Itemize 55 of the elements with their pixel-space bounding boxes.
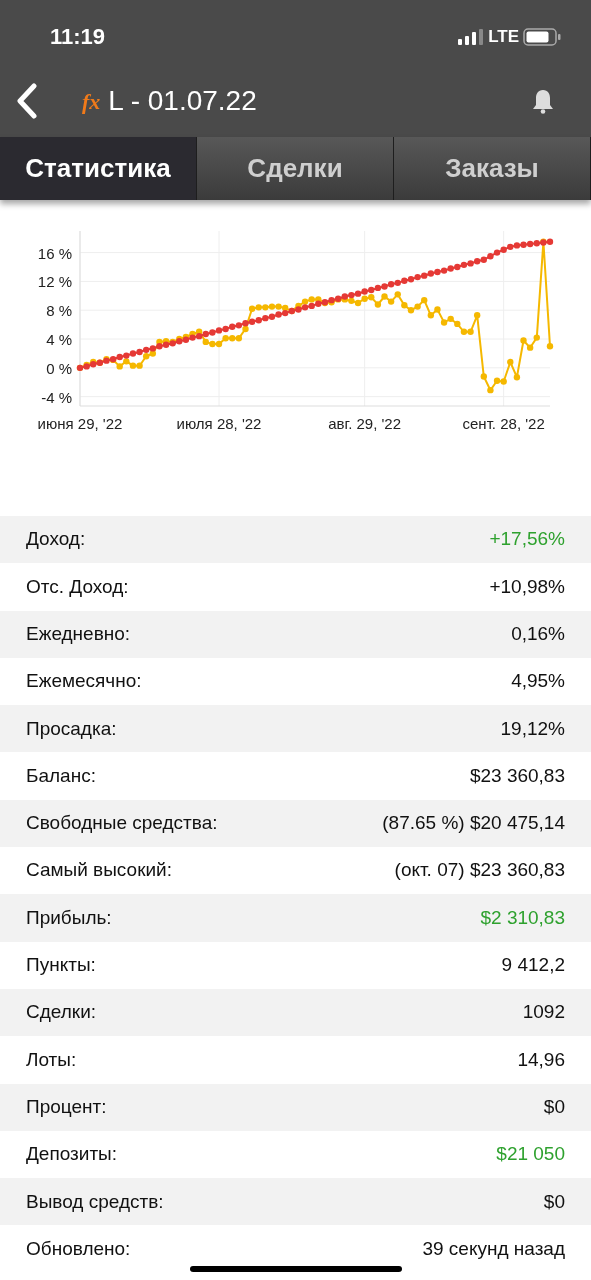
x-tick-label: июня 29, '22	[37, 415, 123, 432]
back-button[interactable]	[14, 81, 40, 121]
stat-label: Сделки:	[26, 1000, 97, 1025]
x-tick-label: сент. 28, '22	[462, 415, 545, 432]
battery-icon	[523, 27, 561, 46]
stat-value: +17,56%	[489, 527, 565, 552]
tab[interactable]: Сделки	[197, 137, 394, 200]
stat-value: $23 360,83	[469, 763, 565, 788]
x-tick-label: авг. 29, '22	[328, 415, 402, 432]
stat-label: Ежедневно:	[26, 622, 131, 646]
stat-label: Пункты:	[26, 953, 96, 978]
stat-label: Депозиты:	[26, 1142, 118, 1167]
x-tick-label: июля 28, '22	[176, 415, 262, 432]
status-time: 11:19	[50, 23, 106, 51]
stat-label: Просадка:	[26, 716, 117, 741]
stat-label: Процент:	[26, 1094, 107, 1119]
tab[interactable]: Заказы	[394, 137, 591, 200]
stat-value: 9 412,2	[501, 953, 565, 978]
stat-value: (87.65 %) $20 475,14	[382, 811, 565, 836]
stat-label: Доход:	[26, 527, 86, 552]
stat-label: Ежемесячно:	[26, 669, 142, 694]
stat-value: $21 050	[496, 1142, 565, 1167]
stat-label: Лоты:	[26, 1047, 77, 1072]
notifications-button[interactable]	[531, 87, 555, 115]
stat-label: Вывод средств:	[26, 1189, 164, 1214]
y-tick-label: 8 %	[46, 302, 72, 320]
stat-label: Отс. Доход:	[26, 574, 129, 599]
y-tick-label: 12 %	[37, 273, 72, 291]
stat-label: Баланс:	[26, 763, 96, 788]
stat-value: $2 310,83	[480, 905, 565, 930]
stat-value: 4,95%	[511, 669, 565, 694]
network-label: LTE	[488, 25, 519, 48]
stat-value: 14,96	[517, 1047, 565, 1072]
y-tick-label: 0 %	[46, 359, 72, 377]
fx-logo: fx	[82, 87, 101, 116]
stat-label: Свободные средства:	[26, 811, 218, 836]
y-tick-label: 4 %	[46, 331, 72, 348]
stat-label: Обновлено:	[26, 1236, 131, 1261]
stat-value: $0	[543, 1094, 565, 1119]
tab[interactable]: Статистика	[0, 137, 197, 200]
y-tick-label: 16 %	[37, 244, 72, 262]
stat-value: $0	[543, 1189, 565, 1214]
bell-icon	[532, 88, 554, 114]
back-icon	[16, 83, 38, 119]
signal-icon	[458, 28, 485, 45]
stat-value: 1092	[522, 1000, 565, 1025]
account-title: L - 01.07.22	[108, 84, 257, 118]
stat-value: 39 секунд назад	[422, 1236, 565, 1261]
stat-label: Самый высокий:	[26, 858, 172, 883]
stat-value: 19,12%	[500, 716, 565, 741]
stat-value: (окт. 07) $23 360,83	[394, 858, 565, 883]
y-tick-label: -4 %	[41, 388, 72, 406]
stat-value: +10,98%	[489, 574, 565, 599]
stat-label: Прибыль:	[26, 905, 112, 930]
stat-value: 0,16%	[511, 622, 565, 646]
